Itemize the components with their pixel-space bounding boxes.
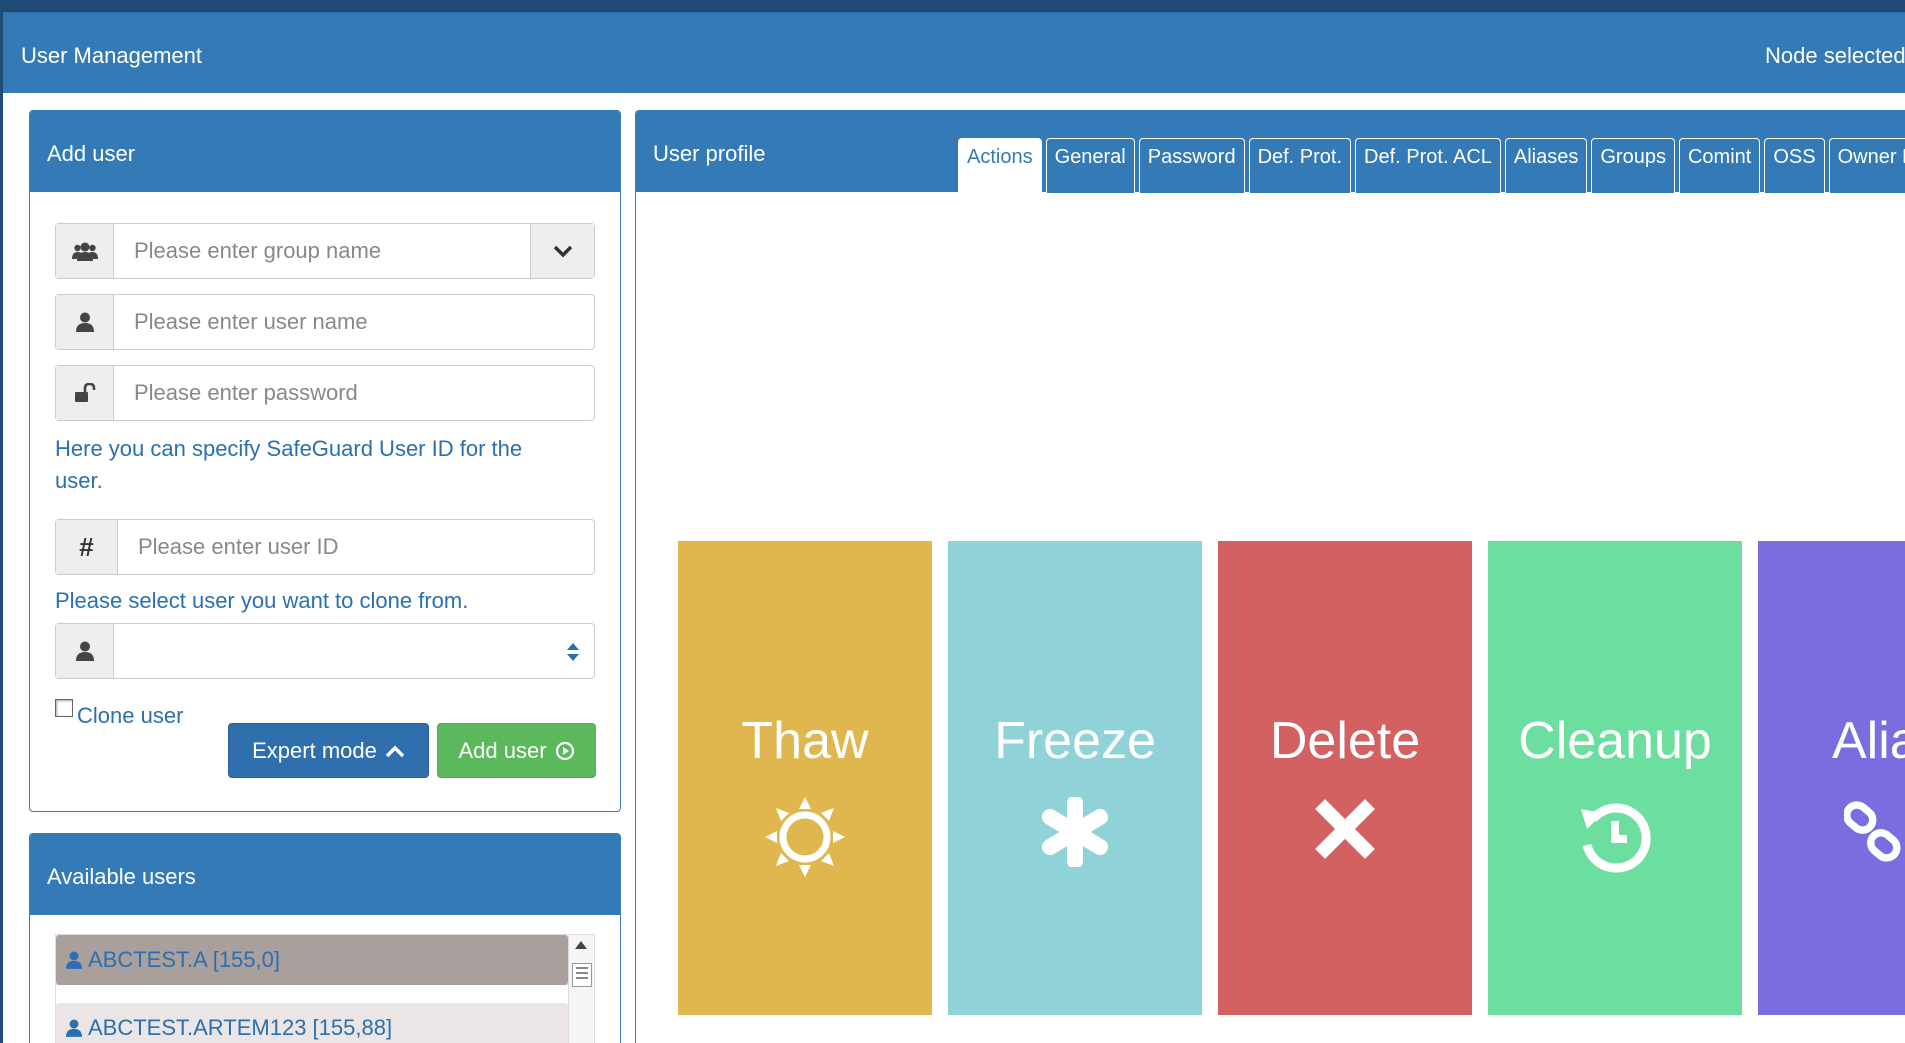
sun-icon bbox=[678, 797, 932, 877]
add-user-label: Add user bbox=[458, 737, 547, 763]
users-icon bbox=[56, 224, 114, 278]
list-item[interactable]: ABCTEST.ARTEM123 [155,88] bbox=[56, 1003, 568, 1043]
scroll-thumb[interactable] bbox=[572, 963, 592, 987]
aliases-action-tile[interactable]: Aliases bbox=[1758, 541, 1905, 1015]
user-profile-panel: User profile Actions General Password De… bbox=[635, 110, 1905, 1043]
scroll-up-icon[interactable] bbox=[575, 941, 587, 949]
aliases-label: Aliases bbox=[1832, 712, 1905, 770]
sort-icon bbox=[567, 643, 579, 661]
freeze-label: Freeze bbox=[994, 712, 1156, 770]
add-user-panel-header: Add user bbox=[30, 111, 620, 192]
hash-icon: # bbox=[56, 520, 118, 574]
play-circle-icon bbox=[555, 741, 574, 760]
close-icon bbox=[1218, 797, 1472, 861]
user-profile-header: User profile Actions General Password De… bbox=[636, 111, 1905, 195]
group-name-input[interactable] bbox=[114, 224, 524, 278]
password-field bbox=[55, 365, 595, 421]
add-user-title: Add user bbox=[47, 141, 136, 166]
password-input[interactable] bbox=[114, 366, 592, 420]
add-user-button[interactable]: Add user bbox=[437, 723, 596, 778]
user-id-input[interactable] bbox=[118, 520, 592, 574]
history-icon bbox=[1488, 797, 1742, 877]
user-icon bbox=[56, 295, 114, 349]
freeze-action-tile[interactable]: Freeze bbox=[948, 541, 1202, 1015]
user-profile-title: User profile bbox=[653, 141, 766, 166]
tab-groups[interactable]: Groups bbox=[1591, 138, 1675, 193]
clone-user-label: Clone user bbox=[77, 703, 184, 728]
tab-comint[interactable]: Comint bbox=[1678, 138, 1761, 193]
tab-general[interactable]: General bbox=[1045, 138, 1135, 193]
clone-from-select[interactable] bbox=[55, 623, 595, 679]
clone-help-text: Please select user you want to clone fro… bbox=[55, 588, 469, 613]
tab-aliases[interactable]: Aliases bbox=[1504, 138, 1588, 193]
link-icon bbox=[1844, 797, 1905, 877]
user-name-field bbox=[55, 294, 595, 350]
tab-def-prot[interactable]: Def. Prot. bbox=[1248, 138, 1352, 193]
top-bar: User Management Node selected bbox=[3, 13, 1905, 93]
group-dropdown-button[interactable] bbox=[530, 224, 594, 278]
node-selected-label: Node selected bbox=[1765, 43, 1905, 68]
user-id-field: # bbox=[55, 519, 595, 575]
list-item[interactable]: ABCTEST.A [155,0] bbox=[56, 935, 568, 985]
user-label: ABCTEST.ARTEM123 [155,88] bbox=[88, 1015, 393, 1040]
unlock-icon bbox=[56, 366, 114, 420]
add-user-panel: Add user Here you can specify SafeGuard … bbox=[29, 110, 621, 812]
clone-user-checkbox[interactable] bbox=[55, 699, 73, 717]
thaw-action-tile[interactable]: Thaw bbox=[678, 541, 932, 1015]
app-title: User Management bbox=[21, 43, 202, 68]
clone-user-checkbox-row: Clone user bbox=[55, 697, 183, 729]
group-name-field bbox=[55, 223, 595, 279]
expert-mode-button[interactable]: Expert mode bbox=[228, 723, 429, 778]
user-label: ABCTEST.A [155,0] bbox=[88, 947, 280, 972]
available-users-title: Available users bbox=[47, 864, 196, 889]
user-icon bbox=[66, 1019, 82, 1037]
user-list[interactable]: ABCTEST.A [155,0] ABCTEST.ARTEM123 [155,… bbox=[55, 934, 595, 1043]
tab-actions[interactable]: Actions bbox=[958, 138, 1042, 195]
user-icon bbox=[66, 951, 82, 969]
cleanup-label: Cleanup bbox=[1518, 712, 1712, 770]
delete-label: Delete bbox=[1269, 712, 1421, 770]
user-icon bbox=[56, 624, 114, 678]
chevron-up-icon bbox=[385, 745, 405, 757]
user-id-help-text: Here you can specify SafeGuard User ID f… bbox=[55, 436, 523, 493]
user-name-input[interactable] bbox=[114, 295, 592, 349]
available-users-header: Available users bbox=[30, 834, 620, 915]
tab-owner-list[interactable]: Owner List bbox=[1828, 138, 1905, 193]
delete-action-tile[interactable]: Delete bbox=[1218, 541, 1472, 1015]
tab-oss[interactable]: OSS bbox=[1764, 138, 1825, 193]
tab-password[interactable]: Password bbox=[1138, 138, 1245, 193]
page: User Management Node selected Add user P… bbox=[3, 12, 1905, 1043]
profile-tabs: Actions General Password Def. Prot. Def.… bbox=[958, 138, 1905, 195]
available-users-panel: Available users ABCTEST.A [155,0] ABCTES… bbox=[29, 833, 621, 1043]
expert-mode-label: Expert mode bbox=[252, 737, 377, 763]
thaw-label: Thaw bbox=[741, 712, 869, 770]
cleanup-action-tile[interactable]: Cleanup bbox=[1488, 541, 1742, 1015]
asterisk-icon bbox=[948, 797, 1202, 867]
chevron-down-icon bbox=[553, 245, 572, 258]
tab-def-prot-acl[interactable]: Def. Prot. ACL bbox=[1355, 138, 1501, 193]
user-list-scrollbar[interactable] bbox=[568, 935, 594, 1043]
